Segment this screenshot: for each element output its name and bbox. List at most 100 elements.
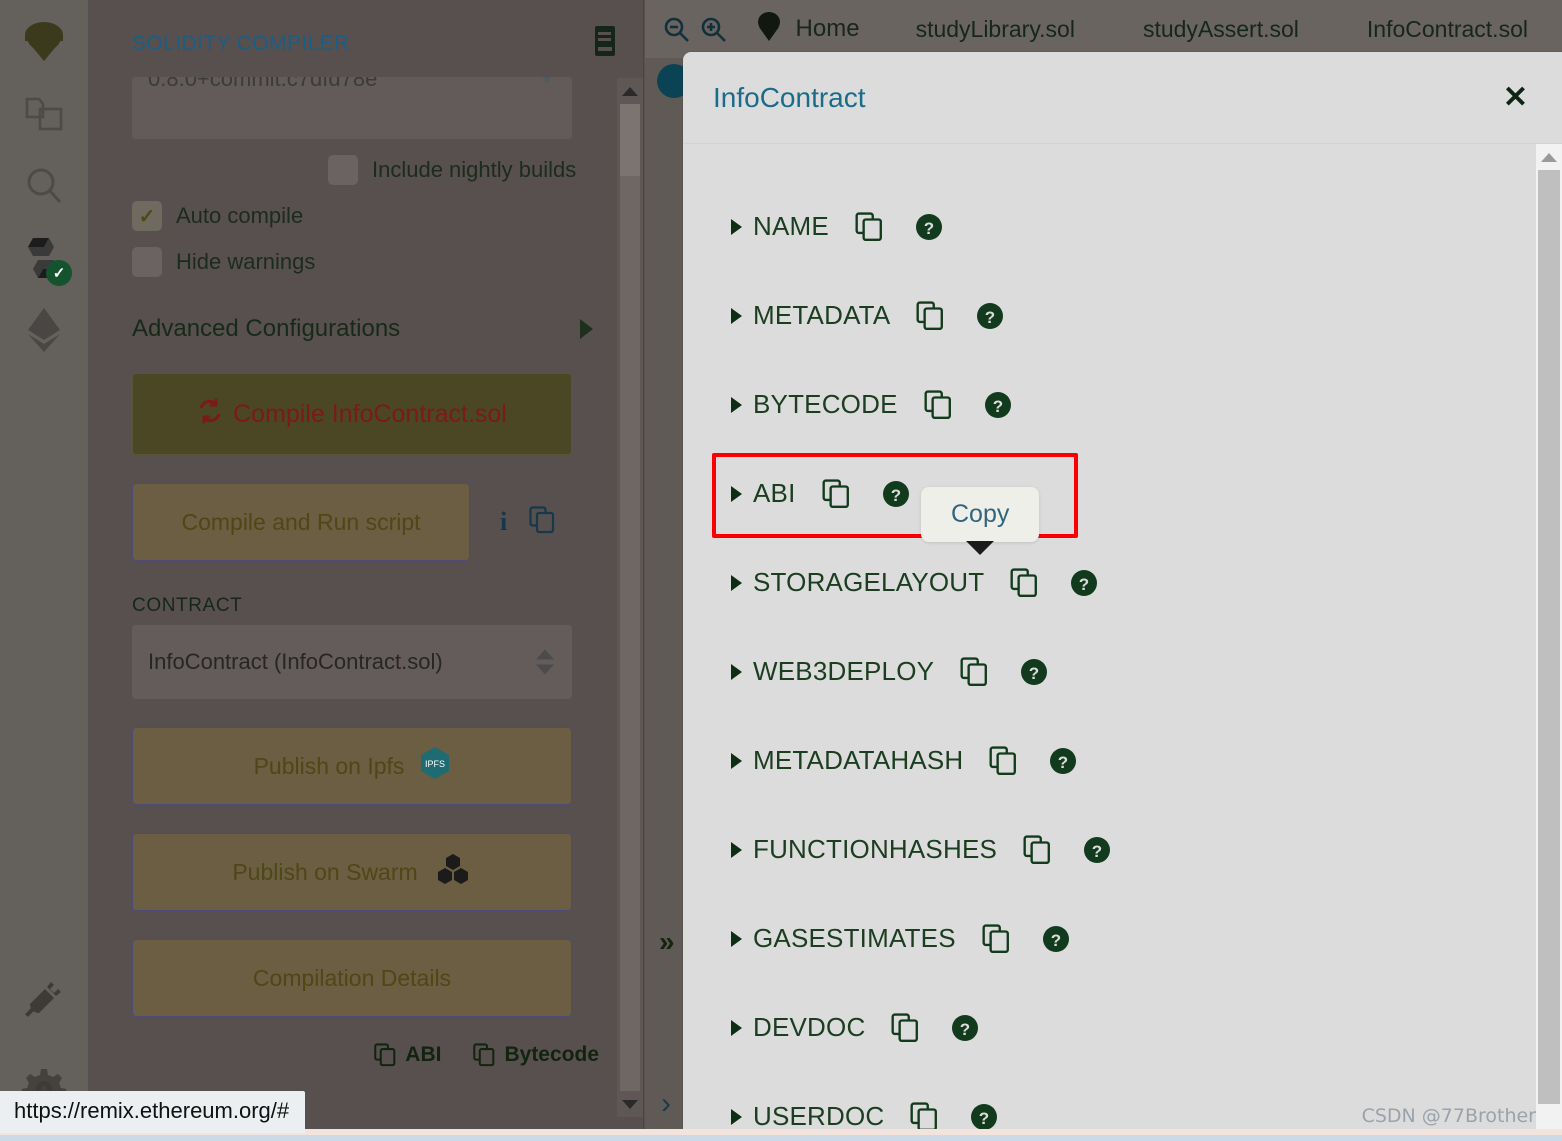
copy-icon[interactable] — [924, 389, 952, 420]
panel-scroll-thumb[interactable] — [620, 104, 640, 176]
zoom-in-icon[interactable] — [694, 14, 731, 44]
compiler-version-value: 0.8.0+commit.c7dfd78e — [148, 77, 378, 91]
svg-text:IPFS: IPFS — [425, 759, 445, 769]
list-item[interactable]: GASESTIMATES ? — [731, 894, 1562, 983]
hide-warnings-checkbox[interactable]: ✓ — [132, 247, 162, 277]
question-circle-icon[interactable]: ? — [1049, 747, 1077, 775]
search-icon[interactable] — [14, 156, 74, 216]
tab-studyassert[interactable]: studyAssert.sol — [1109, 16, 1333, 43]
close-icon[interactable]: ✕ — [1503, 82, 1528, 113]
nightly-builds-row[interactable]: ✓ Include nightly builds — [132, 155, 599, 185]
modal-body: NAME ? METADATA ? BYTECODE ? ABI ? STORA… — [683, 144, 1562, 1130]
question-circle-icon[interactable]: ? — [976, 302, 1004, 330]
modal-scrollbar[interactable] — [1536, 144, 1562, 1130]
copy-icon[interactable] — [910, 1101, 938, 1130]
remix-logo-icon[interactable] — [14, 12, 74, 72]
copy-icon[interactable] — [982, 923, 1010, 954]
question-circle-icon[interactable]: ? — [1020, 658, 1048, 686]
solidity-compiler-icon[interactable]: ✓ — [14, 228, 74, 288]
caret-right-icon — [731, 218, 742, 235]
copy-bytecode-label: Bytecode — [504, 1043, 599, 1066]
auto-compile-checkbox[interactable]: ✓ — [132, 201, 162, 231]
icon-rail: ✓ — [0, 0, 88, 1141]
copy-bytecode-link[interactable]: Bytecode — [473, 1043, 599, 1067]
question-circle-icon[interactable]: ? — [970, 1103, 998, 1131]
copy-icon[interactable] — [822, 478, 850, 509]
plugin-manager-icon[interactable] — [14, 969, 74, 1029]
list-item[interactable]: NAME ? — [731, 182, 1562, 271]
modal-scroll-up-arrow-icon[interactable] — [1536, 144, 1562, 170]
chevron-double-down-icon[interactable]: » — [659, 928, 675, 956]
publish-on-swarm-button[interactable]: Publish on Swarm — [132, 833, 572, 911]
nightly-builds-checkbox[interactable]: ✓ — [328, 155, 358, 185]
list-item[interactable]: STORAGELAYOUT ? — [731, 538, 1562, 627]
caret-right-icon — [731, 663, 742, 680]
list-item[interactable]: DEVDOC ? — [731, 983, 1562, 1072]
book-icon[interactable] — [593, 26, 617, 61]
compile-and-run-script-button[interactable]: Compile and Run script — [132, 483, 470, 561]
copy-icon[interactable] — [529, 505, 555, 539]
compile-and-run-script-label: Compile and Run script — [181, 508, 421, 535]
list-item-abi[interactable]: ABI ? — [731, 449, 1562, 538]
auto-compile-row[interactable]: ✓ Auto compile — [132, 201, 599, 231]
scroll-up-arrow-icon[interactable] — [617, 78, 643, 104]
svg-text:?: ? — [924, 219, 934, 238]
advanced-configurations-toggle[interactable]: Advanced Configurations — [132, 315, 599, 343]
list-item-label: GASESTIMATES — [753, 923, 956, 953]
compile-success-badge: ✓ — [46, 260, 72, 286]
modal-scroll-thumb[interactable] — [1538, 170, 1560, 1104]
list-item-label: DEVDOC — [753, 1012, 866, 1042]
contract-label: CONTRACT — [132, 595, 243, 616]
copy-abi-link[interactable]: ABI — [374, 1043, 441, 1067]
tab-studylibrary[interactable]: studyLibrary.sol — [882, 16, 1109, 43]
tab-infocontract[interactable]: InfoContract.sol — [1333, 16, 1562, 43]
caret-right-icon — [731, 752, 742, 769]
question-circle-icon[interactable]: ? — [1070, 569, 1098, 597]
question-circle-icon[interactable]: ? — [1042, 925, 1070, 953]
caret-right-icon — [731, 485, 742, 502]
contract-select[interactable]: InfoContract (InfoContract.sol) — [132, 625, 572, 699]
question-circle-icon[interactable]: ? — [984, 391, 1012, 419]
refresh-icon — [197, 398, 223, 431]
zoom-out-icon[interactable] — [657, 14, 694, 44]
copy-icon[interactable] — [989, 745, 1017, 776]
tab-home-label: Home — [795, 15, 860, 42]
tab-home[interactable]: Home — [732, 9, 882, 50]
file-explorer-icon[interactable] — [14, 84, 74, 144]
question-circle-icon[interactable]: ? — [1083, 836, 1111, 864]
copy-icon[interactable] — [891, 1012, 919, 1043]
scroll-down-arrow-icon[interactable] — [617, 1091, 643, 1117]
question-circle-icon[interactable]: ? — [915, 213, 943, 241]
chevron-right-expand-icon[interactable]: › — [661, 1089, 671, 1119]
list-item[interactable]: METADATA ? — [731, 271, 1562, 360]
compilation-details-label: Compilation Details — [252, 964, 452, 991]
compilation-details-button[interactable]: Compilation Details — [132, 939, 572, 1017]
copy-icon[interactable] — [1023, 834, 1051, 865]
caret-right-icon — [731, 1108, 742, 1125]
list-item[interactable]: BYTECODE ? — [731, 360, 1562, 449]
question-circle-icon[interactable]: ? — [951, 1014, 979, 1042]
bottom-strip-accent — [0, 1135, 1562, 1141]
panel-scroll-track[interactable] — [620, 104, 640, 1091]
publish-on-ipfs-button[interactable]: Publish on Ipfs IPFS — [132, 727, 572, 805]
copy-links: ABI Bytecode — [132, 1043, 599, 1067]
list-item[interactable]: WEB3DEPLOY ? — [731, 627, 1562, 716]
question-circle-icon[interactable]: ? — [882, 480, 910, 508]
info-icon[interactable]: i — [500, 507, 507, 537]
copy-icon[interactable] — [960, 656, 988, 687]
caret-right-icon — [731, 307, 742, 324]
svg-text:?: ? — [985, 308, 995, 327]
deploy-run-icon[interactable] — [14, 300, 74, 360]
compile-button[interactable]: Compile InfoContract.sol — [132, 373, 572, 455]
copy-icon[interactable] — [1010, 567, 1038, 598]
copy-icon[interactable] — [855, 211, 883, 242]
list-item[interactable]: FUNCTIONHASHES ? — [731, 805, 1562, 894]
list-item-label: FUNCTIONHASHES — [753, 834, 998, 864]
list-item[interactable]: METADATAHASH ? — [731, 716, 1562, 805]
copy-icon[interactable] — [916, 300, 944, 331]
panel-scrollbar[interactable] — [617, 78, 643, 1117]
status-url: https://remix.ethereum.org/# — [0, 1091, 306, 1133]
hide-warnings-row[interactable]: ✓ Hide warnings — [132, 247, 599, 277]
compiler-version-select[interactable]: 0.8.0+commit.c7dfd78e — [132, 77, 572, 139]
svg-text:?: ? — [979, 1109, 989, 1128]
